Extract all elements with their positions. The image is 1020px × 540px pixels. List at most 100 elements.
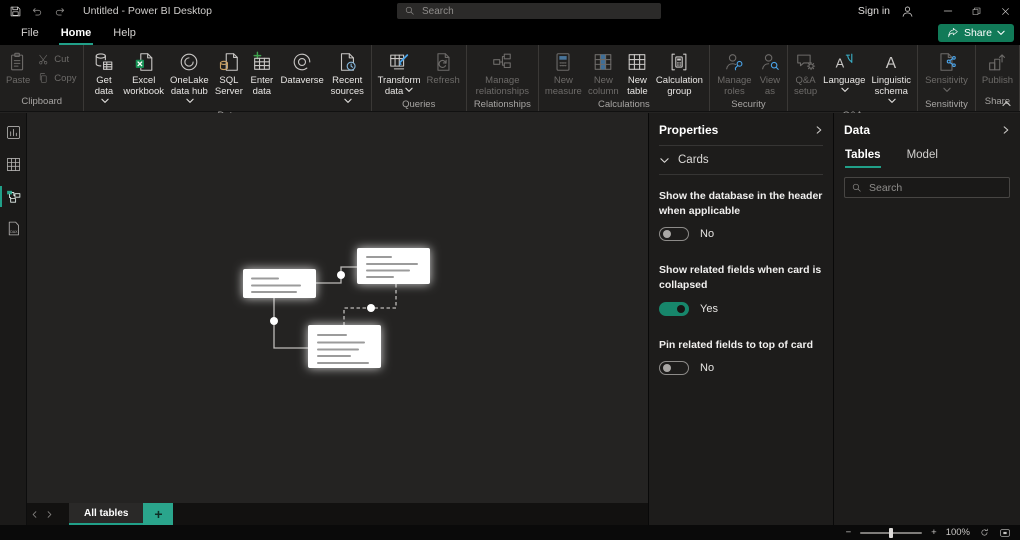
property-setting-label: Show related fields when card is collaps…: [659, 263, 823, 292]
sidebar-item-model-view[interactable]: [0, 184, 27, 209]
menu-home[interactable]: Home: [50, 22, 103, 45]
toggle-state-label: Yes: [700, 303, 718, 315]
undo-icon[interactable]: [31, 5, 44, 18]
ribbon-group-label: Relationships: [470, 98, 535, 114]
ribbon-button-paste[interactable]: Paste: [3, 47, 33, 87]
ribbon-button-transform-data[interactable]: Transform data: [375, 47, 424, 98]
chevron-down-icon: [841, 86, 849, 97]
chevron-down-icon: [997, 29, 1005, 37]
copy-icon: [37, 72, 50, 85]
ribbon-button-q-a-setup[interactable]: Q&A setup: [791, 47, 820, 98]
chevron-down-icon: [888, 97, 896, 108]
new-measure-icon: [552, 48, 574, 75]
ribbon-button-new-table[interactable]: New table: [622, 47, 653, 98]
sidebar-item-dax-query-view[interactable]: DAX: [0, 216, 27, 241]
save-icon[interactable]: [9, 5, 22, 18]
ribbon-button-sql-server[interactable]: SQL Server: [212, 47, 247, 98]
toggle-show-related-fields-when-card-is-collapsed[interactable]: [659, 302, 689, 316]
ribbon-button-new-measure[interactable]: New measure: [542, 47, 585, 98]
zoom-slider[interactable]: [860, 532, 922, 534]
ribbon-button-excel-workbook[interactable]: Excel workbook: [120, 47, 167, 98]
manage-relationships-icon: [491, 48, 513, 75]
global-search-box[interactable]: [397, 3, 661, 19]
ribbon-button-cut[interactable]: Cut: [33, 50, 80, 69]
chevron-down-icon: [186, 97, 194, 108]
toggle-knob: [663, 230, 671, 238]
ribbon-button-dataverse[interactable]: Dataverse: [278, 47, 327, 87]
collapse-properties-panel-icon[interactable]: [815, 126, 823, 134]
page-tab-all-tables[interactable]: All tables: [69, 503, 143, 525]
data-tab-tables[interactable]: Tables: [845, 149, 881, 168]
svg-text:A: A: [836, 55, 845, 70]
collapse-ribbon-icon[interactable]: [1002, 99, 1011, 108]
ribbon-button-copy[interactable]: Copy: [33, 69, 80, 88]
zoom-out-button[interactable]: −: [846, 527, 852, 538]
linguistic-schema-icon: A: [880, 48, 902, 75]
ribbon-button-recent-sources[interactable]: Recent sources: [327, 47, 368, 109]
ribbon-group-q-a: Q&A setupALanguageALinguistic schemaQ&A: [788, 45, 918, 111]
window-title: Untitled - Power BI Desktop: [83, 5, 212, 17]
data-search-input[interactable]: [869, 182, 1003, 194]
ribbon-button-manage-relationships[interactable]: Manage relationships: [470, 47, 535, 98]
ribbon-button-manage-roles[interactable]: Manage roles: [713, 47, 756, 98]
data-tab-model[interactable]: Model: [907, 149, 938, 168]
toggle-show-the-database-in-the-header-when-applicable[interactable]: [659, 227, 689, 241]
ribbon-button-enter-data[interactable]: Enter data: [246, 47, 277, 98]
minimize-button[interactable]: [933, 0, 962, 22]
recent-sources-icon: [336, 48, 358, 75]
ribbon-button-view-as[interactable]: View as: [756, 47, 784, 98]
close-button[interactable]: [991, 0, 1020, 22]
cards-section-header[interactable]: Cards: [659, 145, 823, 175]
ribbon-button-calculation-group[interactable]: Calculation group: [653, 47, 706, 98]
toggle-state-label: No: [700, 228, 714, 240]
manage-roles-icon: [723, 48, 745, 75]
fit-to-screen-icon[interactable]: [999, 527, 1011, 539]
sidebar-item-table-view[interactable]: [0, 152, 27, 177]
ribbon-button-get-data[interactable]: Get data: [87, 47, 120, 109]
properties-panel-title: Properties: [659, 123, 718, 137]
redo-icon[interactable]: [53, 5, 66, 18]
search-icon: [851, 182, 863, 194]
account-avatar-icon[interactable]: [900, 4, 915, 19]
title-bar: Untitled - Power BI Desktop Sign in: [0, 0, 1020, 22]
chevron-down-icon: [660, 156, 669, 165]
ribbon-button-language[interactable]: ALanguage: [820, 47, 868, 98]
ribbon-button-new-column[interactable]: New column: [585, 47, 622, 98]
zoom-slider-handle[interactable]: [889, 528, 893, 538]
add-page-tab-button[interactable]: +: [143, 503, 173, 525]
sensitivity-icon: [935, 48, 957, 75]
share-button[interactable]: Share: [938, 24, 1014, 42]
data-panel-title: Data: [844, 123, 870, 137]
collapse-data-panel-icon[interactable]: [1002, 126, 1010, 134]
toggle-pin-related-fields-to-top-of-card[interactable]: [659, 361, 689, 375]
chevron-down-icon: [943, 86, 951, 97]
chevron-down-icon: [344, 97, 352, 108]
restore-button[interactable]: [962, 0, 991, 22]
ribbon-group-label: Calculations: [542, 98, 706, 114]
zoom-level: 100%: [946, 527, 970, 538]
refresh-icon: [432, 48, 454, 75]
sidebar-item-report-view[interactable]: [0, 120, 27, 145]
ribbon-button-linguistic-schema[interactable]: ALinguistic schema: [868, 47, 914, 109]
page-nav-left-icon[interactable]: [27, 503, 42, 525]
global-search-input[interactable]: [422, 6, 654, 17]
zoom-in-button[interactable]: +: [931, 527, 937, 538]
ribbon-button-onelake-data-hub[interactable]: OneLake data hub: [167, 47, 212, 109]
svg-text:A: A: [886, 54, 897, 71]
properties-panel: Properties Cards Show the database in th…: [648, 113, 833, 525]
dataverse-icon: [291, 48, 313, 75]
reset-zoom-icon[interactable]: [979, 527, 990, 538]
page-nav-right-icon[interactable]: [42, 503, 57, 525]
ribbon-button-sensitivity[interactable]: Sensitivity: [921, 47, 972, 98]
status-bar: − + 100%: [0, 525, 1020, 540]
ribbon-button-publish[interactable]: Publish: [979, 47, 1016, 87]
data-search-box[interactable]: [844, 177, 1010, 198]
view-switcher-sidebar: DAX: [0, 113, 27, 525]
property-setting: Pin related fields to top of cardNo: [659, 328, 823, 388]
model-view-icon: [5, 188, 22, 205]
menu-help[interactable]: Help: [102, 22, 147, 45]
ribbon-group-sensitivity: SensitivitySensitivity: [918, 45, 976, 111]
sign-in-link[interactable]: Sign in: [858, 5, 890, 17]
ribbon-button-refresh[interactable]: Refresh: [424, 47, 463, 87]
menu-file[interactable]: File: [10, 22, 50, 45]
